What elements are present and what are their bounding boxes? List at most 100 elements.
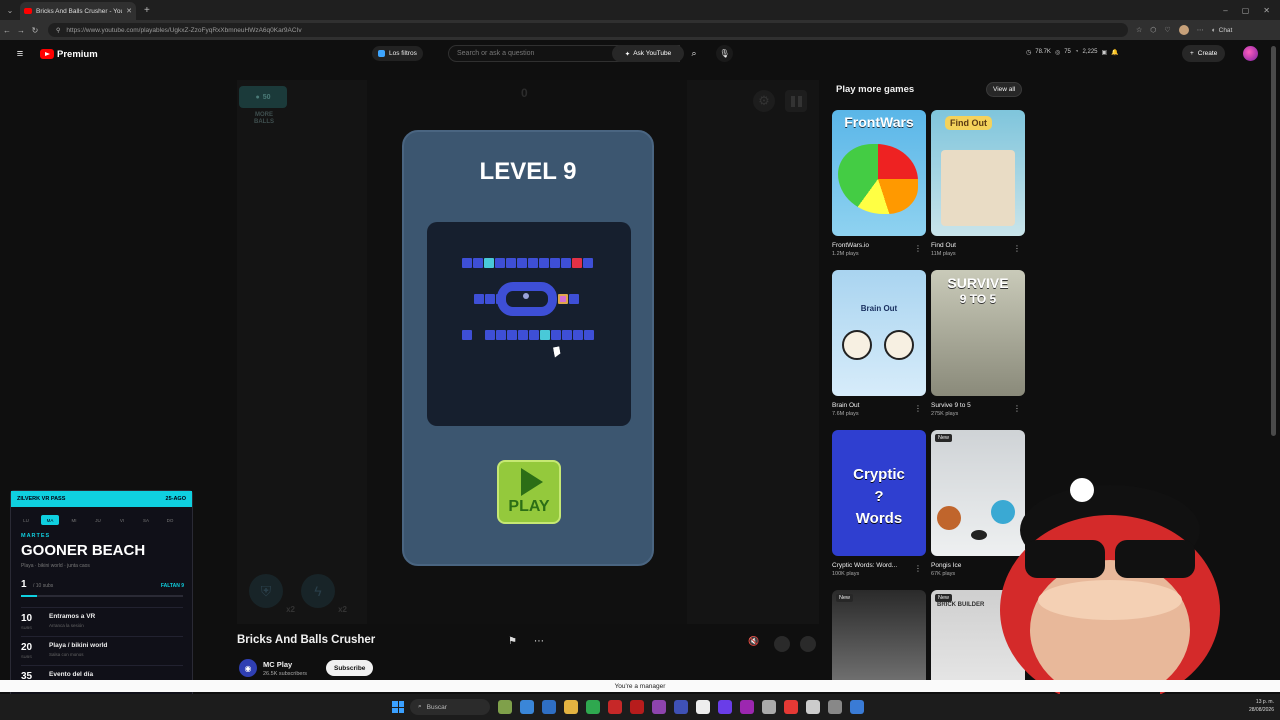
url-field[interactable]: ⚲ https://www.youtube.com/playables/Ugkx… — [48, 23, 1128, 37]
overlay-day-chip: MI — [71, 517, 77, 523]
reload-icon[interactable]: ↻ — [28, 26, 42, 35]
tab-search-icon[interactable]: ⌄ — [0, 0, 20, 20]
card-more-icon[interactable]: ⋮ — [914, 404, 922, 413]
taskbar-app-icon[interactable] — [542, 700, 556, 714]
account-avatar[interactable] — [1243, 46, 1258, 61]
card-more-icon[interactable]: ⋮ — [1013, 404, 1021, 413]
taskbar-app-icon[interactable] — [784, 700, 798, 714]
game-canvas[interactable]: ● 50 MORE BALLS 0 ⚙ ⛨ x2 ϟ x2 LEVEL 9 PLAY — [237, 80, 819, 624]
channel-avatar[interactable]: ◉ — [239, 659, 257, 677]
back-icon[interactable]: ← — [0, 26, 14, 35]
taskbar-app-icon[interactable] — [564, 700, 578, 714]
taskbar-app-icon[interactable] — [674, 700, 688, 714]
site-info-icon[interactable]: ⚲ — [56, 27, 60, 34]
hamburger-menu-icon[interactable]: ≡ — [0, 48, 40, 60]
taskbar-app-icon[interactable] — [828, 700, 842, 714]
taskbar-app-icon[interactable] — [762, 700, 776, 714]
taskbar-app-icon[interactable] — [498, 700, 512, 714]
create-button[interactable]: + Create — [1182, 45, 1226, 62]
card-more-icon[interactable]: ⋮ — [914, 244, 922, 253]
close-window-icon[interactable]: ✕ — [1263, 6, 1270, 15]
mute-icon[interactable]: 🔇 — [748, 636, 764, 650]
maximize-icon[interactable]: ▢ — [1242, 6, 1250, 15]
ask-youtube-button[interactable]: ✦ Ask YouTube — [612, 45, 684, 62]
profile-avatar[interactable] — [1178, 25, 1189, 35]
goal-number: 10 — [21, 613, 33, 624]
filters-button[interactable]: Los filtros — [372, 46, 423, 61]
windows-start-icon[interactable] — [392, 701, 404, 713]
more-options-icon[interactable]: ⋯ — [534, 636, 544, 647]
goal-number: 20 — [21, 642, 33, 653]
game-thumbnail[interactable]: SURVIVE 9 TO 5 — [931, 270, 1025, 396]
shield-powerup-icon[interactable]: ⛨ x2 — [249, 574, 295, 614]
taskbar-app-icon[interactable] — [696, 700, 710, 714]
new-tab-icon[interactable]: + — [144, 5, 150, 16]
lightning-powerup-icon[interactable]: ϟ x2 — [301, 574, 347, 614]
ball-icon: ● — [255, 93, 260, 101]
powerup-multiplier: x2 — [286, 605, 295, 614]
thumbnail-text: ? — [874, 488, 884, 505]
control-button[interactable] — [774, 636, 790, 652]
notifications-icon[interactable]: 🔔 — [1111, 49, 1118, 56]
extensions-icon[interactable]: ⬡ — [1150, 26, 1156, 34]
search-icon[interactable]: ⌕ — [684, 45, 704, 62]
bookmark-icon[interactable]: ⚑ — [508, 636, 520, 648]
thumbnail-text: SURVIVE — [947, 275, 1009, 291]
powerup-multiplier: x2 — [338, 605, 347, 614]
taskbar-app-icon[interactable] — [806, 700, 820, 714]
minimize-icon[interactable]: – — [1223, 6, 1227, 15]
taskbar-app-icon[interactable] — [608, 700, 622, 714]
game-card[interactable]: Cryptic ? Words Cryptic Words: Word... 1… — [832, 430, 926, 577]
overlay-progress-fill — [21, 595, 38, 597]
taskbar-app-icon[interactable] — [630, 700, 644, 714]
taskbar-app-icon[interactable] — [718, 700, 732, 714]
game-thumbnail[interactable]: New — [832, 590, 926, 680]
game-thumbnail[interactable]: Cryptic ? Words — [832, 430, 926, 556]
mascot-snout — [1038, 580, 1182, 620]
page-scrollbar[interactable] — [1271, 46, 1276, 436]
view-all-button[interactable]: View all — [986, 82, 1023, 97]
taskbar-search[interactable]: ⌕ Buscar — [410, 699, 490, 715]
favorites-icon[interactable]: ♡ — [1164, 26, 1170, 34]
taskbar-app-icon[interactable] — [850, 700, 864, 714]
brick — [551, 330, 561, 340]
taskbar-app-icon[interactable] — [520, 700, 534, 714]
game-card[interactable]: SURVIVE 9 TO 5 Survive 9 to 5 275K plays… — [931, 270, 1025, 417]
more-balls-label: MORE BALLS — [254, 112, 274, 125]
star-icon[interactable]: ☆ — [1136, 26, 1142, 34]
game-card[interactable]: FrontWars FrontWars.io 1.2M plays ⋮ — [832, 110, 926, 257]
microphone-icon[interactable]: 🎙 — [716, 45, 733, 62]
brick — [495, 258, 505, 268]
clock-icon: ◔ — [1074, 49, 1079, 55]
game-card[interactable]: New — [832, 590, 926, 680]
forward-icon[interactable]: → — [14, 26, 28, 35]
taskbar-app-icon[interactable] — [740, 700, 754, 714]
taskbar-app-icon[interactable] — [586, 700, 600, 714]
browser-tab[interactable]: Bricks And Balls Crusher - YouTube ✕ — [20, 2, 136, 20]
game-card[interactable]: Find Out Find Out 11M plays ⋮ — [931, 110, 1025, 257]
channel-name[interactable]: MC Play — [263, 660, 292, 669]
more-balls-button[interactable]: ● 50 — [239, 86, 287, 108]
brick — [550, 258, 560, 268]
taskbar-app-icon[interactable] — [652, 700, 666, 714]
menu-dots-icon[interactable]: ⋯ — [1197, 26, 1204, 34]
play-button[interactable]: PLAY — [497, 460, 561, 524]
youtube-logo[interactable]: Premium — [40, 49, 98, 60]
control-button[interactable] — [800, 636, 816, 652]
chat-button[interactable]: ◐ Chat — [1212, 27, 1233, 34]
subscribe-button[interactable]: Subscribe — [326, 660, 374, 676]
overlay-day-chip: VI — [119, 517, 125, 523]
pause-button[interactable] — [785, 90, 807, 112]
game-thumbnail[interactable]: FrontWars — [832, 110, 926, 236]
close-tab-icon[interactable]: ✕ — [126, 7, 132, 15]
game-card[interactable]: Brain Out Brain Out 7.6M plays ⋮ — [832, 270, 926, 417]
settings-gear-icon[interactable]: ⚙ — [753, 90, 775, 112]
card-more-icon[interactable]: ⋮ — [914, 564, 922, 573]
youtube-play-icon — [40, 49, 54, 59]
game-thumbnail[interactable]: Find Out — [931, 110, 1025, 236]
card-more-icon[interactable]: ⋮ — [1013, 244, 1021, 253]
extension-icon[interactable]: ▣ — [1102, 49, 1108, 56]
game-thumbnail[interactable]: Brain Out — [832, 270, 926, 396]
brick — [473, 258, 483, 268]
system-clock[interactable]: 13 p. m. 28/08/2026 — [1249, 698, 1274, 714]
